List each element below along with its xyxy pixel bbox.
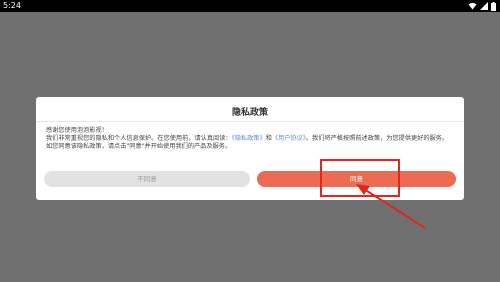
greeting-text: 感谢您使用泡泡影视！ xyxy=(46,127,108,134)
system-icons xyxy=(468,1,496,11)
title-divider xyxy=(36,121,464,122)
annotation-highlight-box xyxy=(320,159,400,197)
status-time: 5:24 xyxy=(3,1,21,10)
wifi-icon xyxy=(468,2,477,10)
disagree-button[interactable]: 不同意 xyxy=(44,171,250,187)
dialog-body: 感谢您使用泡泡影视！ 我们非常重视您的隐私和个人信息保护。在您使用前，请认真阅读… xyxy=(46,127,454,151)
policy-text-part1: 我们非常重视您的隐私和个人信息保护。在您使用前，请认真阅读： xyxy=(46,135,232,142)
battery-icon xyxy=(491,1,496,11)
dialog-title: 隐私政策 xyxy=(231,108,268,118)
signal-icon xyxy=(480,2,488,10)
status-bar: 5:24 xyxy=(0,0,500,12)
policy-text: 我们非常重视您的隐私和个人信息保护。在您使用前，请认真阅读：《隐私政策》和《用户… xyxy=(46,135,454,151)
privacy-policy-link[interactable]: 《隐私政策》 xyxy=(232,135,266,142)
user-agreement-link[interactable]: 《用户协议》 xyxy=(272,135,306,142)
